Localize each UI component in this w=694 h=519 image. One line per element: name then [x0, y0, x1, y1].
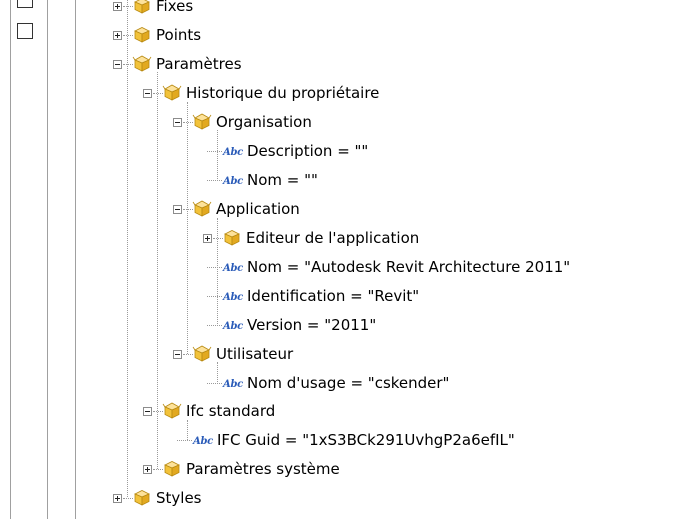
tree-item-label: Historique du propriétaire — [186, 84, 380, 102]
tree-item[interactable]: Abc Nom = "Autodesk Revit Architecture 20… — [200, 254, 684, 280]
abc-string-icon: Abc — [223, 147, 243, 158]
tree-item[interactable]: Abc Nom d'usage = "cskender" — [200, 370, 684, 396]
collapse-icon[interactable] — [173, 205, 182, 214]
tree-item-label: Editeur de l'application — [246, 229, 420, 247]
expand-icon[interactable] — [113, 31, 122, 40]
folder-package-open-icon — [192, 111, 212, 131]
tree-guide-line — [207, 325, 222, 326]
expand-icon[interactable] — [113, 2, 122, 11]
panel-divider-2 — [47, 0, 48, 519]
tree-item[interactable]: Points — [110, 22, 684, 48]
tree-item-label: Identification = "Revit" — [247, 287, 420, 305]
expand-icon[interactable] — [113, 494, 122, 503]
tree-guide-line — [187, 102, 188, 354]
expand-icon[interactable] — [203, 234, 212, 243]
folder-package-open-icon — [192, 343, 212, 363]
collapse-icon[interactable] — [113, 60, 122, 69]
tree-item-label: Paramètres système — [186, 460, 340, 478]
abc-string-icon: Abc — [223, 321, 243, 332]
tree-item[interactable]: Utilisateur — [170, 341, 684, 367]
row-checkbox[interactable] — [17, 0, 33, 8]
tree-item-label: Ifc standard — [186, 402, 276, 420]
abc-string-icon: Abc — [223, 263, 243, 274]
panel-divider-1 — [10, 0, 11, 519]
folder-package-open-icon — [192, 198, 212, 218]
tree-item-label: Utilisateur — [216, 345, 294, 363]
abc-string-icon: Abc — [193, 436, 213, 447]
tree-item[interactable]: Ifc standard — [140, 398, 684, 424]
tree-guide-line — [207, 151, 222, 152]
folder-package-open-icon — [132, 53, 152, 73]
tree-item[interactable]: Editeur de l'application — [200, 225, 684, 251]
tree-guide-line — [207, 180, 222, 181]
tree-item[interactable]: Abc Nom = "" — [200, 167, 684, 193]
folder-package-icon — [162, 458, 182, 478]
tree-guide-line — [177, 440, 192, 441]
row-checkbox[interactable] — [17, 23, 33, 39]
tree-item[interactable]: Abc Identification = "Revit" — [200, 283, 684, 309]
tree-item-label: Version = "2011" — [247, 316, 377, 334]
expand-icon[interactable] — [143, 465, 152, 474]
abc-string-icon: Abc — [223, 379, 243, 390]
folder-package-icon — [222, 227, 242, 247]
tree-item[interactable]: Application — [170, 196, 684, 222]
abc-string-icon: Abc — [223, 292, 243, 303]
tree-item[interactable]: Styles — [110, 485, 684, 511]
tree-item-label: Organisation — [216, 113, 312, 131]
collapse-icon[interactable] — [143, 89, 152, 98]
tree-item[interactable]: Abc Description = "" — [200, 138, 684, 164]
folder-package-open-icon — [162, 82, 182, 102]
tree-item-label: Application — [216, 200, 300, 218]
tree-item-label: Paramètres — [156, 55, 242, 73]
folder-package-icon — [132, 24, 152, 44]
tree-guide-line — [207, 296, 222, 297]
tree-item[interactable]: Paramètres — [110, 51, 684, 77]
folder-package-open-icon — [162, 400, 182, 420]
tree-item-label: IFC Guid = "1xS3BCk291UvhgP2a6efIL" — [217, 431, 515, 449]
tree-guide-line — [207, 267, 222, 268]
tree-item[interactable]: Fixes — [110, 0, 684, 19]
tree-item-label: Nom d'usage = "cskender" — [247, 374, 450, 392]
tree-item[interactable]: Abc IFC Guid = "1xS3BCk291UvhgP2a6efIL" — [170, 427, 684, 453]
collapse-icon[interactable] — [173, 350, 182, 359]
tree-item-label: Nom = "" — [247, 171, 318, 189]
tree-item-label: Points — [156, 26, 202, 44]
folder-package-icon — [132, 0, 152, 15]
tree-guide-line — [207, 383, 222, 384]
tree-item[interactable]: Abc Version = "2011" — [200, 312, 684, 338]
tree-item[interactable]: Organisation — [170, 109, 684, 135]
collapse-icon[interactable] — [173, 118, 182, 127]
folder-package-icon — [132, 487, 152, 507]
panel-divider-3 — [75, 0, 76, 519]
tree-item-label: Nom = "Autodesk Revit Architecture 2011" — [247, 258, 571, 276]
tree-item-label: Description = "" — [247, 142, 369, 160]
abc-string-icon: Abc — [223, 176, 243, 187]
tree-item-label: Styles — [156, 489, 202, 507]
collapse-icon[interactable] — [143, 407, 152, 416]
tree-item-label: Fixes — [156, 0, 194, 15]
tree-item[interactable]: Historique du propriétaire — [140, 80, 684, 106]
tree-item[interactable]: Paramètres système — [140, 456, 684, 482]
